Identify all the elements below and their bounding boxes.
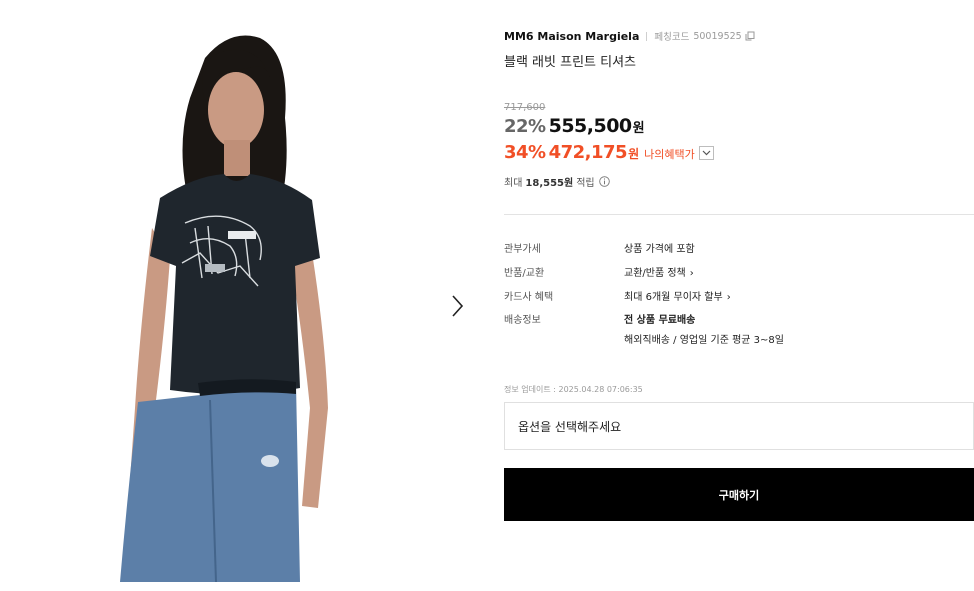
shipping-detail: 해외직배송 / 영업일 기준 평균 3~8일	[624, 335, 784, 346]
customs-value: 상품 가격에 포함	[624, 244, 695, 255]
benefit-price: 472,175	[548, 142, 628, 163]
benefit-currency-unit: 원	[628, 147, 640, 161]
original-price: 717,600	[504, 102, 546, 113]
chevron-right-icon: ›	[689, 268, 694, 279]
return-label: 반품/교환	[504, 268, 545, 279]
update-timestamp: 정보 업데이트 : 2025.04.28 07:06:35	[504, 385, 643, 394]
return-policy-link[interactable]: 교환/반품 정책 ›	[624, 264, 694, 279]
customs-label: 관부가세	[504, 244, 541, 255]
card-benefit-label: 카드사 혜택	[504, 292, 554, 303]
shipping-label: 배송정보	[504, 315, 541, 326]
currency-unit: 원	[632, 121, 645, 136]
discount-rate: 22%	[504, 116, 546, 137]
product-image	[90, 28, 460, 583]
points-amount: 18,555원	[525, 178, 574, 189]
benefit-price-row: 34% 472,175 원 나의혜택가	[504, 142, 714, 163]
option-select[interactable]: 옵션을 선택해주세요	[504, 402, 974, 450]
divider	[646, 31, 648, 41]
code-label: 페칭코드	[654, 32, 690, 43]
card-benefit-text: 최대 6개월 무이자 할부	[624, 292, 723, 303]
shipping-value: 전 상품 무료배송	[624, 315, 696, 326]
brand-name[interactable]: MM6 Maison Margiela	[504, 30, 639, 43]
benefit-label: 나의혜택가	[644, 148, 695, 161]
product-info-panel: MM6 Maison Margiela 페칭코드 50019525 블랙 래빗 …	[504, 0, 974, 591]
model-photo	[120, 35, 328, 583]
section-divider	[504, 214, 974, 215]
benefit-discount-rate: 34%	[504, 142, 546, 163]
return-policy-text: 교환/반품 정책	[624, 268, 686, 279]
points-info: 최대 18,555원 적립	[504, 174, 610, 189]
points-prefix: 최대	[504, 178, 523, 189]
brand-row: MM6 Maison Margiela 페칭코드 50019525	[504, 29, 755, 43]
benefit-expand-button[interactable]	[698, 145, 714, 160]
card-benefit-link[interactable]: 최대 6개월 무이자 할부 ›	[624, 288, 731, 303]
option-placeholder: 옵션을 선택해주세요	[518, 419, 622, 434]
copy-icon[interactable]	[745, 31, 755, 41]
info-icon[interactable]	[598, 176, 610, 187]
sale-price-row: 22% 555,500 원	[504, 115, 645, 137]
next-image-button[interactable]	[445, 292, 469, 320]
chevron-right-icon: ›	[726, 292, 731, 303]
buy-button[interactable]: 구매하기	[504, 468, 974, 521]
chevron-down-icon	[702, 150, 711, 155]
sale-price: 555,500	[548, 115, 633, 137]
product-title: 블랙 래빗 프린트 티셔츠	[504, 55, 636, 70]
product-code: 50019525	[693, 30, 742, 42]
points-suffix: 적립	[576, 178, 595, 189]
chevron-right-icon	[452, 295, 464, 317]
